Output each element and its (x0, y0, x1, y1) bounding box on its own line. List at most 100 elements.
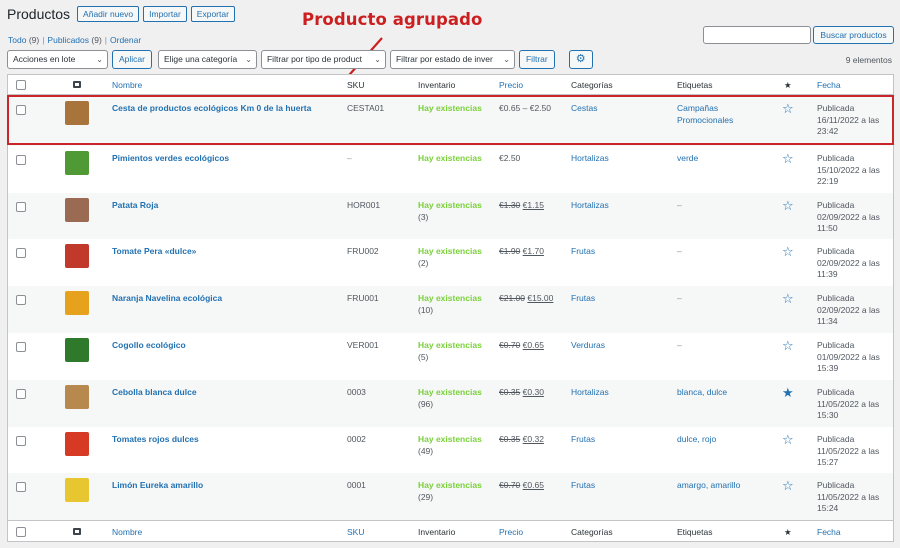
bulk-actions-select[interactable]: Acciones en lote ⌄ (7, 50, 108, 69)
view-published-link[interactable]: Publicados (9) (47, 35, 101, 45)
product-name-link[interactable]: Tomates rojos dulces (112, 434, 337, 446)
product-thumbnail[interactable] (65, 432, 89, 456)
product-name-link[interactable]: Limón Eureka amarillo (112, 480, 337, 492)
product-inventory: Hay existencias (5) (418, 340, 498, 363)
stock-quantity: (5) (418, 351, 429, 362)
product-sku: VER001 (347, 340, 379, 350)
product-thumbnail[interactable] (65, 151, 89, 175)
select-all-checkbox[interactable] (16, 80, 26, 90)
view-all-link[interactable]: Todo (9) (8, 35, 39, 45)
apply-button[interactable]: Aplicar (112, 50, 152, 69)
product-tags[interactable]: Campañas Promocionales (677, 103, 749, 126)
product-name-link[interactable]: Tomate Pera «dulce» (112, 246, 337, 258)
col-sku[interactable]: SKU (347, 80, 364, 92)
col-sku-footer[interactable]: SKU (347, 527, 364, 539)
product-name-link[interactable]: Patata Roja (112, 200, 337, 212)
product-price: €0.35 €0.32 (499, 434, 544, 446)
star-outline-icon[interactable]: ☆ (782, 339, 794, 352)
star-filled-icon[interactable]: ★ (782, 386, 794, 399)
row-checkbox[interactable] (16, 248, 26, 258)
product-tags[interactable]: verde (677, 153, 749, 165)
product-thumbnail[interactable] (65, 385, 89, 409)
sort-link[interactable]: Ordenar (110, 35, 141, 45)
product-thumbnail[interactable] (65, 291, 89, 315)
price-value: €0.65 – €2.50 (499, 103, 551, 113)
add-new-button[interactable]: Añadir nuevo (77, 6, 140, 22)
search-input[interactable] (703, 26, 811, 44)
product-category-link[interactable]: Frutas (571, 293, 595, 305)
export-button[interactable]: Exportar (190, 6, 235, 22)
import-button[interactable]: Importar (143, 6, 187, 22)
row-checkbox[interactable] (16, 389, 26, 399)
stock-status: Hay existencias (418, 340, 482, 350)
row-checkbox[interactable] (16, 295, 26, 305)
table-row: Patata Roja HOR001 Hay existencias (3) €1.30… (8, 193, 893, 239)
product-category-link[interactable]: Verduras (571, 340, 605, 352)
product-tags[interactable]: amargo, amarillo (677, 480, 749, 492)
col-categories: Categorías (571, 80, 613, 90)
product-category-link[interactable]: Cestas (571, 103, 597, 115)
col-date[interactable]: Fecha (817, 80, 841, 92)
product-thumbnail[interactable] (65, 478, 89, 502)
table-header: Nombre SKU Inventario Precio Categorías … (8, 75, 893, 95)
product-thumbnail[interactable] (65, 244, 89, 268)
product-sku: 0003 (347, 387, 366, 397)
product-thumbnail[interactable] (65, 198, 89, 222)
col-name[interactable]: Nombre (112, 80, 142, 92)
col-inventory: Inventario (418, 80, 456, 90)
row-checkbox[interactable] (16, 155, 26, 165)
product-sku: 0001 (347, 480, 366, 490)
product-category-link[interactable]: Frutas (571, 434, 595, 446)
col-date-footer[interactable]: Fecha (817, 527, 841, 539)
row-checkbox[interactable] (16, 202, 26, 212)
regular-price: €1.90 (499, 246, 521, 256)
sale-price: €0.65 (522, 340, 544, 350)
col-price-footer[interactable]: Precio (499, 527, 523, 539)
category-filter-select[interactable]: Elige una categoría ⌄ (157, 50, 257, 69)
col-name-footer[interactable]: Nombre (112, 527, 142, 539)
product-thumbnail[interactable] (65, 101, 89, 125)
star-outline-icon[interactable]: ☆ (782, 199, 794, 212)
star-outline-icon[interactable]: ☆ (782, 102, 794, 115)
product-price: €0.70 €0.65 (499, 340, 544, 352)
sale-price: €1.15 (522, 200, 544, 210)
product-category-link[interactable]: Frutas (571, 480, 595, 492)
product-name-link[interactable]: Pimientos verdes ecológicos (112, 153, 337, 165)
product-tags[interactable]: blanca, dulce (677, 387, 749, 399)
product-category-link[interactable]: Frutas (571, 246, 595, 258)
select-all-checkbox-footer[interactable] (16, 527, 26, 537)
price-value: €2.50 (499, 153, 521, 163)
col-tags-footer: Etiquetas (677, 527, 713, 537)
table-row: Cebolla blanca dulce 0003 Hay existencias(… (8, 380, 893, 427)
star-outline-icon[interactable]: ☆ (782, 245, 794, 258)
gear-icon[interactable]: ⚙ (568, 50, 593, 69)
star-outline-icon[interactable]: ☆ (782, 479, 794, 492)
star-outline-icon[interactable]: ☆ (782, 433, 794, 446)
product-name-link[interactable]: Naranja Navelina ecológica (112, 293, 337, 305)
product-category-link[interactable]: Hortalizas (571, 387, 609, 399)
star-outline-icon[interactable]: ☆ (782, 152, 794, 165)
row-checkbox[interactable] (16, 436, 26, 446)
product-type-filter-select[interactable]: Filtrar por tipo de product ⌄ (260, 50, 386, 69)
product-name-link[interactable]: Cesta de productos ecológicos Km 0 de la… (112, 103, 337, 115)
product-date: Publicada 11/05/2022 a las 15:30 (817, 387, 880, 420)
product-category-link[interactable]: Hortalizas (571, 200, 609, 212)
stock-status-filter-select[interactable]: Filtrar por estado de inver ⌄ (389, 50, 515, 69)
product-tags[interactable]: dulce, rojo (677, 434, 749, 446)
col-price[interactable]: Precio (499, 80, 523, 92)
product-category-link[interactable]: Hortalizas (571, 153, 609, 165)
product-sku: 0002 (347, 434, 366, 444)
filter-button[interactable]: Filtrar (518, 50, 555, 69)
product-thumbnail[interactable] (65, 338, 89, 362)
product-name-link[interactable]: Cebolla blanca dulce (112, 387, 337, 399)
product-inventory: Hay existencias (3) (418, 200, 498, 223)
view-filters: Todo (9) | Publicados (9) | Ordenar (8, 35, 142, 45)
product-name-link[interactable]: Cogollo ecológico (112, 340, 337, 352)
search-button[interactable]: Buscar productos (813, 26, 894, 44)
row-checkbox[interactable] (16, 482, 26, 492)
product-date: Publicada 15/10/2022 a las 22:19 (817, 153, 880, 186)
row-checkbox[interactable] (16, 342, 26, 352)
row-checkbox[interactable] (16, 105, 26, 115)
star-outline-icon[interactable]: ☆ (782, 292, 794, 305)
table-row: Tomates rojos dulces 0002 Hay existencias(… (8, 427, 893, 473)
